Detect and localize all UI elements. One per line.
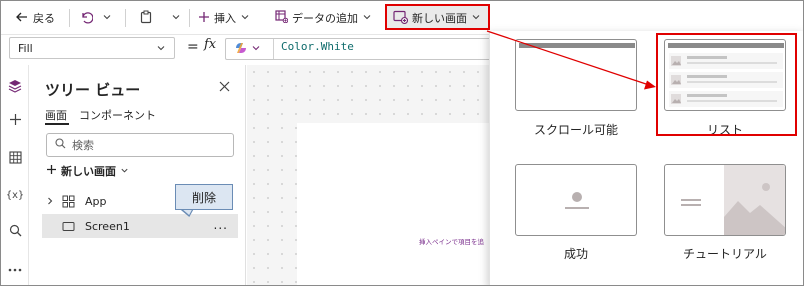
copilot-icon (233, 40, 249, 59)
chevron-right-icon[interactable] (42, 197, 58, 205)
search-placeholder: 検索 (72, 139, 94, 152)
layout-tutorial-thumb[interactable] (664, 164, 786, 236)
new-screen-label: 新しい画面 (412, 12, 467, 25)
fx-label: fx (204, 37, 217, 52)
search-icon (55, 138, 66, 152)
tab-screens[interactable]: 画面 (45, 107, 67, 123)
screen-artboard[interactable] (297, 123, 501, 285)
back-button[interactable]: 戻る (15, 7, 55, 29)
new-screen-icon (393, 10, 408, 27)
active-tab-indicator (45, 123, 69, 125)
toolbar-divider (69, 9, 70, 27)
tree-item-label: Screen1 (85, 219, 130, 233)
paste-menu-button[interactable] (171, 7, 181, 29)
canvas-hint: 挿入ペインで項目を追 (419, 238, 484, 246)
toolbar-divider (189, 9, 190, 27)
property-value: Fill (18, 41, 33, 55)
layout-tutorial-label[interactable]: チュートリアル (650, 245, 800, 262)
copilot-button[interactable] (233, 41, 261, 57)
variables-rail-button[interactable]: {x} (5, 185, 25, 205)
tab-components[interactable]: コンポーネント (79, 107, 156, 123)
tree-item-screen1[interactable]: Screen1 ... (42, 214, 238, 238)
layout-success-thumb[interactable] (515, 164, 637, 236)
chevron-down-icon (362, 12, 372, 25)
success-layout-icon (565, 192, 589, 209)
plus-icon (198, 11, 210, 26)
list-layout-highlight (656, 33, 797, 136)
app-icon (62, 195, 75, 208)
close-icon[interactable] (219, 81, 230, 95)
formula-divider (273, 39, 274, 59)
undo-menu-button[interactable] (102, 7, 112, 29)
add-data-button[interactable]: データの追加 (275, 7, 372, 29)
search-rail-button[interactable] (5, 222, 25, 242)
tree-search-input[interactable]: 検索 (46, 133, 234, 157)
delete-tooltip: 削除 (175, 184, 233, 210)
layout-scrollable-label[interactable]: スクロール可能 (501, 121, 651, 138)
data-rail-button[interactable] (5, 149, 25, 169)
layers-icon (8, 79, 22, 96)
new-screen-button[interactable]: 新しい画面 (393, 7, 481, 29)
paste-button[interactable] (139, 7, 153, 29)
more-horizontal-icon (8, 263, 22, 276)
tree-new-screen-button[interactable]: 新しい画面 (46, 163, 129, 179)
chevron-down-icon (120, 165, 129, 178)
screen-icon (62, 221, 75, 232)
plus-icon (9, 113, 22, 129)
add-data-label: データの追加 (292, 12, 358, 25)
chevron-down-icon (240, 12, 250, 25)
tree-view-panel: ツリー ビュー 画面 コンポーネント 検索 新しい画面 App Screen1 … (30, 65, 246, 285)
tree-item-label: App (85, 194, 107, 208)
more-options-button[interactable]: ... (214, 218, 228, 232)
equals-sign: = (187, 39, 199, 55)
command-bar: 戻る 挿入 データの追加 新しい画面 (1, 1, 803, 35)
clipboard-icon (139, 10, 153, 27)
formula-input[interactable] (225, 38, 501, 60)
property-dropdown[interactable]: Fill (9, 37, 175, 59)
insert-button[interactable]: 挿入 (198, 7, 250, 29)
scrollable-layout-icon (519, 43, 635, 48)
power-apps-studio: 戻る 挿入 データの追加 新しい画面 Fill = fx Color.White… (0, 0, 804, 286)
undo-button[interactable] (79, 7, 93, 29)
chevron-down-icon (156, 43, 166, 56)
tree-new-screen-label: 新しい画面 (61, 165, 116, 178)
left-rail: {x} (1, 65, 29, 285)
more-rail-button[interactable] (5, 259, 25, 279)
plus-icon (46, 164, 57, 178)
formula-text[interactable]: Color.White (281, 40, 354, 53)
tree-view-title: ツリー ビュー (45, 81, 141, 99)
insert-label: 挿入 (214, 12, 236, 25)
chevron-down-icon (471, 12, 481, 25)
tutorial-layout-icon (681, 165, 785, 235)
table-icon (8, 151, 22, 167)
layout-scrollable-thumb[interactable] (515, 39, 637, 111)
chevron-down-icon (102, 12, 112, 25)
arrow-left-icon (15, 10, 29, 27)
toolbar-divider (125, 9, 126, 27)
tree-view-rail-button[interactable] (5, 77, 25, 97)
layout-success-label[interactable]: 成功 (501, 245, 651, 262)
insert-rail-button[interactable] (5, 111, 25, 131)
chevron-down-icon (251, 43, 261, 56)
variables-icon: {x} (5, 189, 25, 201)
search-icon (9, 224, 22, 240)
data-table-icon (275, 10, 288, 26)
chevron-down-icon (171, 12, 181, 25)
undo-icon (79, 10, 93, 27)
back-label: 戻る (33, 12, 55, 25)
